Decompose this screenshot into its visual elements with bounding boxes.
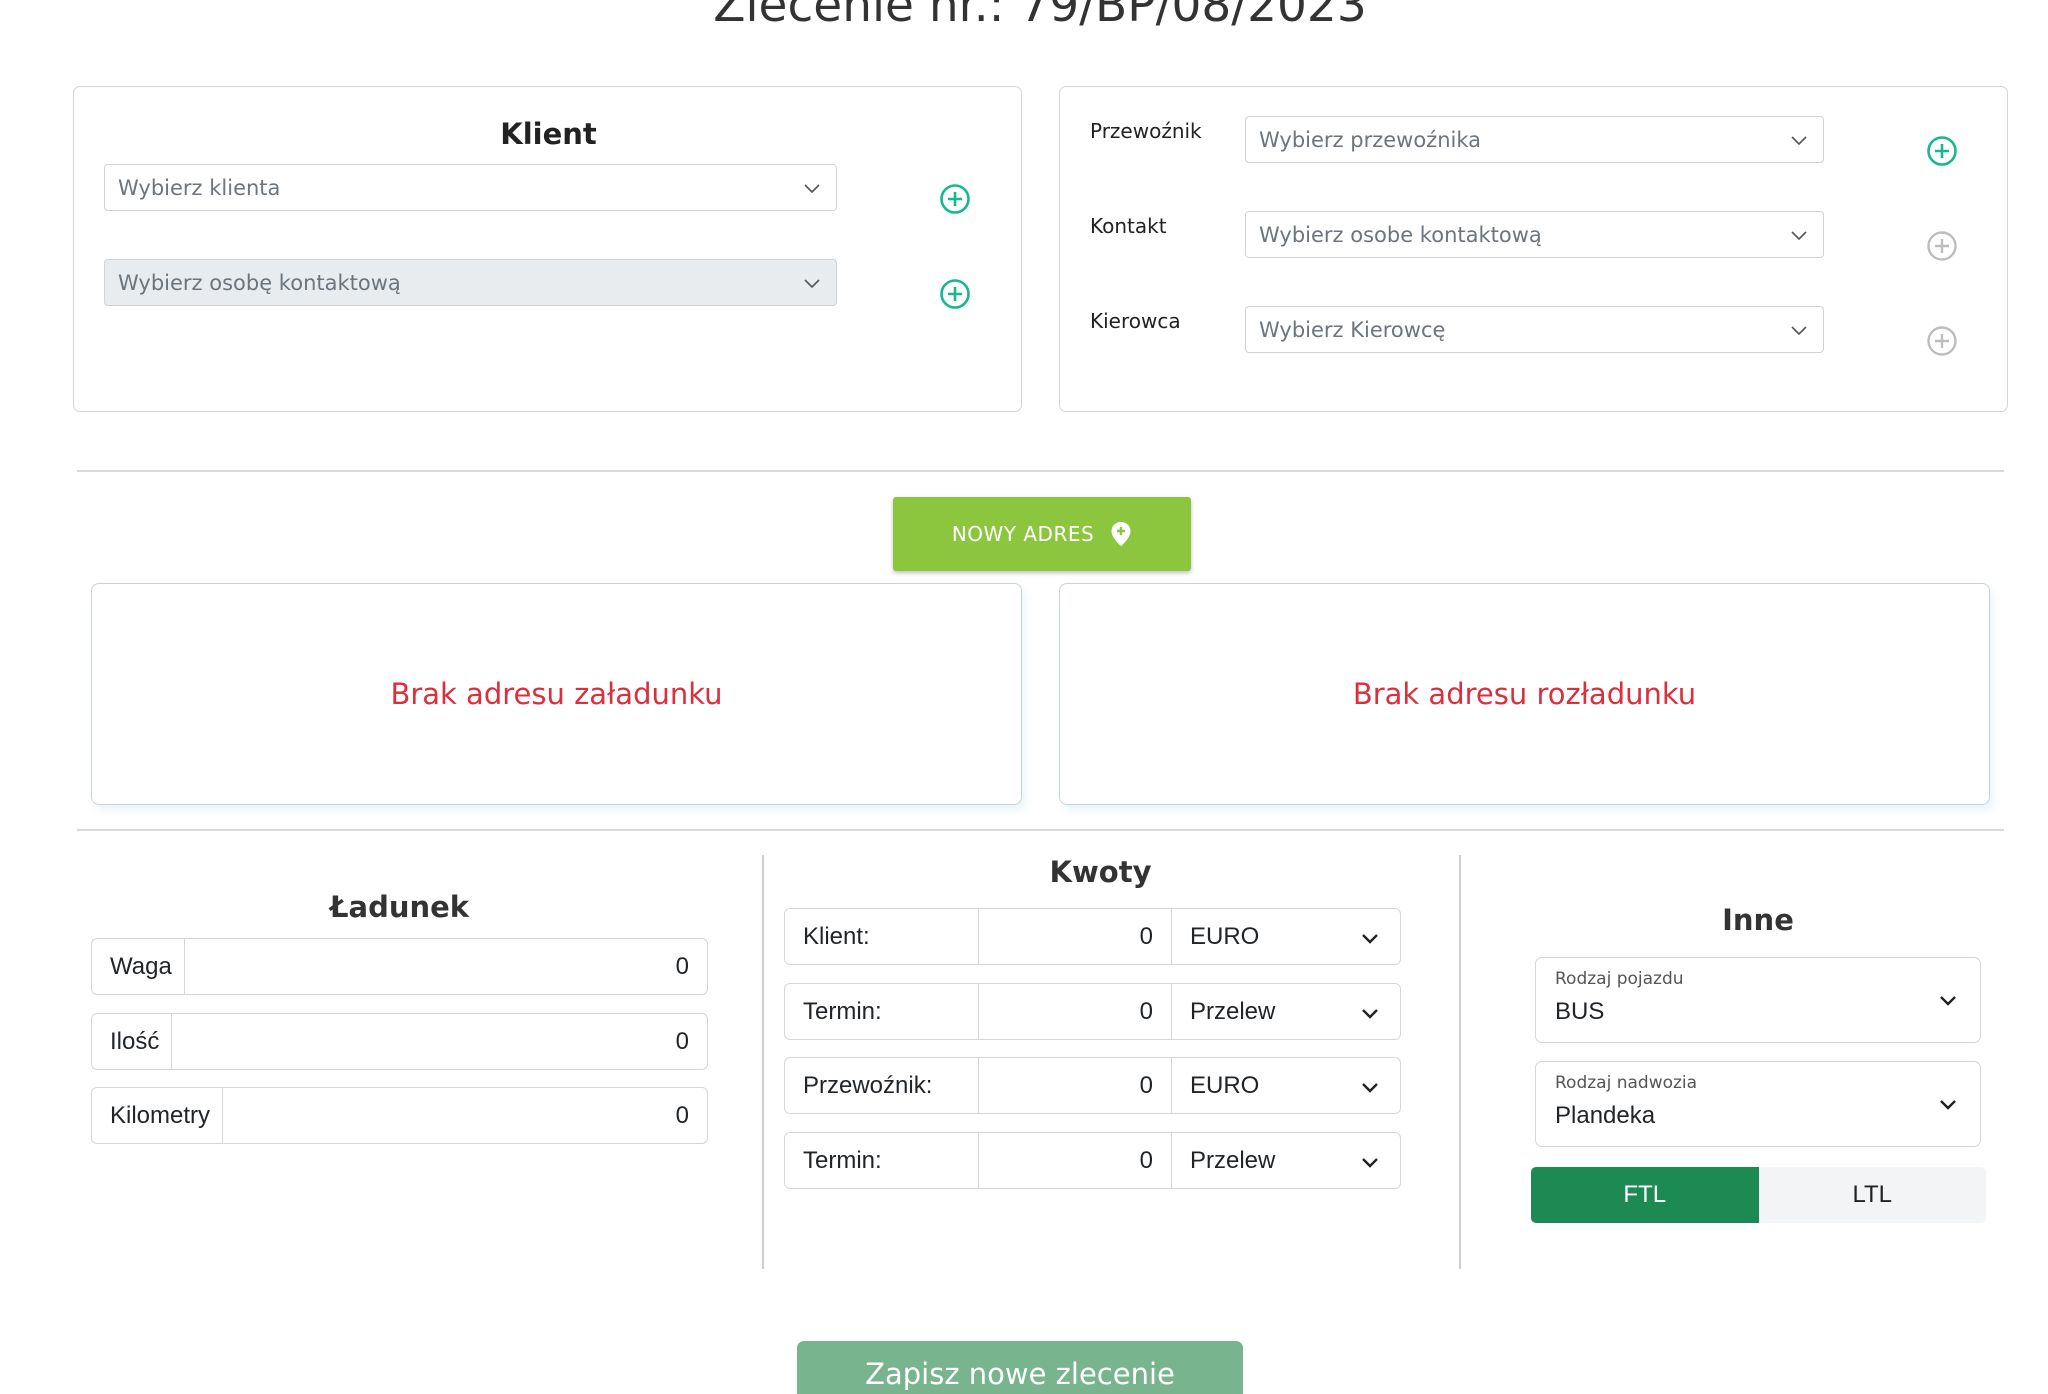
loading-address-empty: Brak adresu załadunku: [390, 677, 723, 711]
cargo-title: Ładunek: [329, 890, 470, 924]
carrier-amount-group: Przewoźnik: 0 EURO: [784, 1057, 1401, 1114]
kilometers-input-group: Kilometry 0: [91, 1087, 708, 1144]
carrier-term-input[interactable]: 0: [979, 1133, 1171, 1188]
client-card: Klient Wybierz klienta Wybierz osobę kon…: [73, 86, 1022, 412]
carrier-select-placeholder: Wybierz przewoźnika: [1259, 127, 1481, 152]
client-currency-value: EURO: [1190, 922, 1260, 950]
new-address-label: NOWY ADRES: [951, 522, 1095, 546]
driver-select[interactable]: Wybierz Kierowcę: [1245, 306, 1824, 353]
carrier-contact-placeholder: Wybierz osobe kontaktową: [1259, 222, 1542, 247]
driver-select-placeholder: Wybierz Kierowcę: [1259, 317, 1446, 342]
client-term-label: Termin:: [785, 984, 979, 1039]
carrier-contact-select[interactable]: Wybierz osobe kontaktową: [1245, 211, 1824, 258]
client-contact-select[interactable]: Wybierz osobę kontaktową: [104, 259, 837, 306]
add-driver-plus-icon: [1927, 326, 1957, 356]
column-separator: [762, 855, 764, 1269]
client-payment-select[interactable]: Przelew: [1171, 984, 1400, 1039]
body-type-label: Rodzaj nadwozia: [1555, 1073, 1698, 1093]
client-card-title: Klient: [500, 117, 597, 151]
weight-input[interactable]: 0: [185, 939, 707, 994]
ftl-toggle-button[interactable]: FTL: [1531, 1167, 1759, 1223]
map-pin-icon: [1111, 522, 1131, 546]
carrier-amount-input[interactable]: 0: [979, 1058, 1171, 1113]
vehicle-type-label: Rodzaj pojazdu: [1555, 969, 1684, 989]
section-divider: [77, 470, 2004, 472]
kilometers-input[interactable]: 0: [223, 1088, 707, 1143]
client-select[interactable]: Wybierz klienta: [104, 164, 837, 211]
chevron-down-icon: [1791, 326, 1807, 336]
vehicle-type-select[interactable]: Rodzaj pojazdu BUS: [1535, 957, 1981, 1043]
unloading-address-box: Brak adresu rozładunku: [1059, 583, 1990, 805]
client-amount-input[interactable]: 0: [979, 909, 1171, 964]
chevron-down-icon: [804, 184, 820, 194]
load-type-toggle: FTL LTL: [1531, 1167, 1986, 1223]
carrier-payment-select[interactable]: Przelew: [1171, 1133, 1400, 1188]
page-title: Zlecenie nr.: 79/BP/08/2023: [713, 0, 1367, 33]
carrier-term-label: Termin:: [785, 1133, 979, 1188]
quantity-input-group: Ilość 0: [91, 1013, 708, 1070]
ltl-toggle-button[interactable]: LTL: [1759, 1167, 1987, 1223]
carrier-term-group: Termin: 0 Przelew: [784, 1132, 1401, 1189]
vehicle-type-value: BUS: [1555, 998, 1605, 1025]
weight-label: Waga: [92, 939, 185, 994]
save-order-button[interactable]: Zapisz nowe zlecenie: [797, 1341, 1243, 1394]
client-select-placeholder: Wybierz klienta: [118, 175, 281, 200]
add-client-plus-icon[interactable]: [939, 183, 971, 215]
carrier-currency-select[interactable]: EURO: [1171, 1058, 1400, 1113]
add-carrier-plus-icon[interactable]: [1926, 135, 1958, 167]
loading-address-box: Brak adresu załadunku: [91, 583, 1022, 805]
new-address-button[interactable]: NOWY ADRES: [893, 497, 1191, 571]
carrier-payment-value: Przelew: [1190, 1146, 1276, 1174]
chevron-down-icon: [1940, 996, 1956, 1006]
weight-input-group: Waga 0: [91, 938, 708, 995]
chevron-down-icon: [1940, 1100, 1956, 1110]
chevron-down-icon: [1791, 136, 1807, 146]
carrier-currency-value: EURO: [1190, 1071, 1260, 1099]
driver-label: Kierowca: [1090, 309, 1181, 333]
other-title: Inne: [1722, 903, 1794, 937]
carrier-contact-label: Kontakt: [1090, 214, 1167, 238]
section-divider: [77, 829, 2004, 831]
kilometers-label: Kilometry: [92, 1088, 224, 1143]
unloading-address-empty: Brak adresu rozładunku: [1352, 677, 1697, 711]
client-currency-select[interactable]: EURO: [1171, 909, 1400, 964]
chevron-down-icon: [1791, 231, 1807, 241]
client-contact-placeholder: Wybierz osobę kontaktową: [118, 270, 401, 295]
client-amount-label: Klient:: [785, 909, 979, 964]
chevron-down-icon: [1362, 1158, 1378, 1168]
carrier-amount-label: Przewoźnik:: [785, 1058, 979, 1113]
client-term-input[interactable]: 0: [979, 984, 1171, 1039]
add-client-contact-plus-icon[interactable]: [939, 278, 971, 310]
chevron-down-icon: [1362, 1083, 1378, 1093]
chevron-down-icon: [1362, 1009, 1378, 1019]
amounts-title: Kwoty: [1049, 855, 1152, 889]
add-carrier-contact-plus-icon: [1927, 231, 1957, 261]
quantity-input[interactable]: 0: [172, 1014, 707, 1069]
carrier-select[interactable]: Wybierz przewoźnika: [1245, 116, 1824, 163]
carrier-label: Przewoźnik: [1090, 119, 1202, 143]
column-separator: [1459, 855, 1461, 1269]
client-payment-value: Przelew: [1190, 997, 1276, 1025]
chevron-down-icon: [804, 279, 820, 289]
client-term-group: Termin: 0 Przelew: [784, 983, 1401, 1040]
body-type-select[interactable]: Rodzaj nadwozia Plandeka: [1535, 1061, 1981, 1147]
save-order-label: Zapisz nowe zlecenie: [865, 1357, 1175, 1391]
carrier-card: Przewoźnik Wybierz przewoźnika Kontakt W…: [1059, 86, 2008, 412]
client-amount-group: Klient: 0 EURO: [784, 908, 1401, 965]
chevron-down-icon: [1362, 934, 1378, 944]
body-type-value: Plandeka: [1555, 1102, 1656, 1129]
quantity-label: Ilość: [92, 1014, 173, 1069]
